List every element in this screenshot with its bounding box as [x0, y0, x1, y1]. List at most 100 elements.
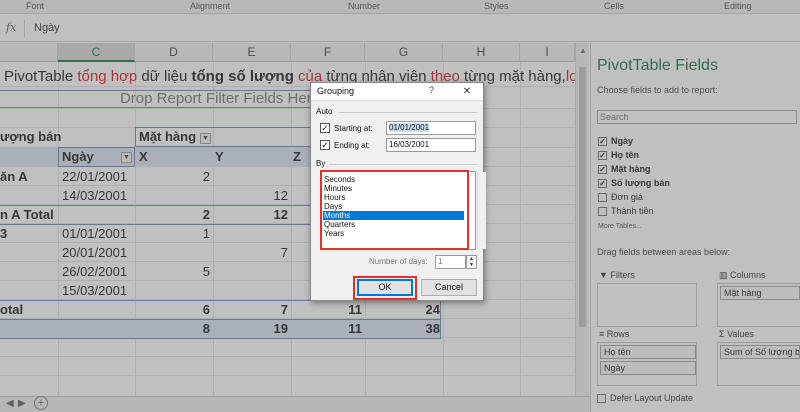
ending-at-label: Ending at: [334, 141, 371, 150]
scroll-up-icon[interactable]: ▲ [579, 46, 587, 55]
grid-line [58, 62, 59, 397]
fx-icon[interactable]: fx [6, 21, 16, 34]
column-header-e[interactable]: E [213, 43, 291, 62]
help-icon[interactable]: ? [429, 85, 434, 95]
field-item-so-luong-ban[interactable]: ✓ Số lượng bán [598, 178, 670, 189]
column-header-i[interactable]: I [520, 43, 575, 62]
field-label: Thành tiền [611, 206, 654, 216]
auto-section-label: Auto [316, 107, 333, 116]
columns-area-header: ▥ Columns [719, 270, 766, 281]
column-header-g[interactable]: G [365, 43, 443, 62]
grid-line [0, 356, 575, 357]
grouping-dialog: Grouping ? ✕ Auto ✓ Starting at: 01/01/2… [310, 82, 486, 301]
ending-at-checkbox[interactable]: ✓ [320, 140, 330, 150]
pivot-col-key-z: Z [293, 149, 301, 164]
column-header-b[interactable] [0, 43, 58, 62]
listbox-scrollbar[interactable] [477, 172, 486, 249]
field-item-ngay[interactable]: ✓ Ngày [598, 136, 633, 147]
add-sheet-button[interactable]: + [34, 396, 48, 410]
field-item-don-gia[interactable]: Đơn giá [598, 192, 643, 203]
ending-at-input[interactable]: 16/03/2001 [386, 138, 476, 152]
columns-area-item[interactable]: Mặt hàng [720, 286, 800, 300]
field-label: Họ tên [611, 150, 639, 160]
pivot-grand-total-value: 8 [202, 321, 210, 336]
checkbox-checked-icon[interactable]: ✓ [598, 137, 607, 147]
checkbox-checked-icon[interactable]: ✓ [598, 151, 607, 161]
column-header-c[interactable]: C [58, 43, 135, 62]
pivot-subtotal-label: otal [0, 302, 24, 317]
checkbox-checked-icon[interactable]: ✓ [598, 165, 607, 175]
days-spinner-icon[interactable]: ▲ ▼ [466, 255, 477, 269]
pane-subtitle: Choose fields to add to report: [597, 85, 718, 95]
ngay-filter-dropdown-icon[interactable]: ▼ [121, 152, 132, 163]
values-drop-area[interactable]: Sum of Số lượng bán [717, 342, 800, 386]
cancel-button[interactable]: Cancel [421, 279, 477, 296]
formula-separator [24, 20, 25, 38]
sheet-nav-right-icon[interactable]: ▶ [18, 398, 26, 409]
field-item-thanh-tien[interactable]: Thành tiền [598, 206, 654, 217]
grid-line [0, 86, 575, 87]
formula-input[interactable]: Ngày [34, 22, 60, 34]
rows-drop-area[interactable]: Họ tên Ngày [597, 342, 697, 386]
grid-line [0, 242, 575, 243]
mat-hang-filter-dropdown-icon[interactable]: ▼ [200, 133, 211, 144]
column-header-d[interactable]: D [135, 43, 213, 62]
column-header-h[interactable]: H [443, 43, 520, 62]
ending-at-value: 16/03/2001 [389, 140, 430, 149]
checkbox-checked-icon[interactable]: ✓ [598, 179, 607, 189]
defer-layout-update[interactable]: Defer Layout Update [597, 393, 694, 404]
field-item-mat-hang[interactable]: ✓ Mặt hàng [598, 164, 651, 175]
days-label: Number of days: [369, 257, 428, 266]
close-icon[interactable]: ✕ [457, 84, 477, 100]
pivot-subtotal-value: 12 [273, 207, 288, 222]
grand-total-line [0, 338, 441, 339]
pivot-date: 26/02/2001 [62, 264, 128, 279]
grid-line [213, 62, 214, 397]
checkbox-icon[interactable] [598, 207, 607, 217]
pivot-grand-total-value: 11 [348, 321, 362, 336]
checkbox-icon[interactable] [597, 394, 606, 404]
ribbon-group-editing: Editing [724, 1, 752, 11]
auto-divider [339, 112, 477, 113]
rows-area-item[interactable]: Họ tên [600, 345, 696, 359]
field-label: Đơn giá [611, 192, 643, 202]
checkbox-icon[interactable] [598, 193, 607, 203]
sigma-icon: Σ [719, 329, 728, 339]
sheet-tab-bar: ◀ ▶ + [0, 396, 590, 412]
days-input[interactable]: 1 [435, 255, 466, 269]
sheet-nav-left-icon[interactable]: ◀ [6, 398, 14, 409]
pivot-subtotal-value: 11 [348, 302, 362, 317]
pivottable-fields-pane: PivotTable Fields Choose fields to add t… [590, 43, 800, 412]
field-item-ho-ten[interactable]: ✓ Họ tên [598, 150, 639, 161]
pivot-date: 22/01/2001 [62, 169, 128, 184]
starting-at-input[interactable]: 01/01/2001 [386, 121, 476, 135]
grid-line [0, 375, 575, 376]
worksheet-grid[interactable]: C D E F G H I PivotTable tổng hợp dữ liệ… [0, 43, 575, 397]
column-header-f[interactable]: F [291, 43, 365, 62]
pivot-date: 14/03/2001 [62, 188, 128, 203]
pivot-date: 01/01/2001 [62, 226, 128, 241]
by-divider [329, 164, 477, 165]
more-tables-link[interactable]: More Tables... [598, 223, 642, 230]
scrollbar-thumb[interactable] [579, 67, 586, 327]
title-part: PivotTable [4, 68, 78, 85]
grid-line [520, 62, 521, 397]
pivot-values-header: ượng bán [0, 129, 62, 144]
dialog-title-bar[interactable]: Grouping ? ✕ [311, 83, 483, 101]
listbox-highlight-frame [320, 170, 469, 250]
starting-at-checkbox[interactable]: ✓ [320, 123, 330, 133]
columns-drop-area[interactable]: Mặt hàng [717, 283, 800, 327]
filters-drop-area[interactable] [597, 283, 697, 327]
field-search-input[interactable]: Search [597, 110, 797, 124]
rows-area-item[interactable]: Ngày [600, 361, 696, 375]
vertical-scrollbar[interactable]: ▲ [575, 43, 589, 396]
ribbon-group-labels: Font Alignment Number Styles Cells Editi… [0, 0, 800, 14]
defer-label: Defer Layout Update [610, 393, 694, 403]
filters-label: Filters [610, 270, 635, 280]
values-area-item[interactable]: Sum of Số lượng bán [720, 345, 800, 359]
ribbon-group-font: Font [26, 1, 45, 11]
drag-fields-label: Drag fields between areas below: [597, 247, 731, 257]
pivot-ngay-header: Ngày [62, 149, 94, 164]
ribbon-group-styles: Styles [484, 1, 509, 11]
grid-line [0, 108, 575, 109]
